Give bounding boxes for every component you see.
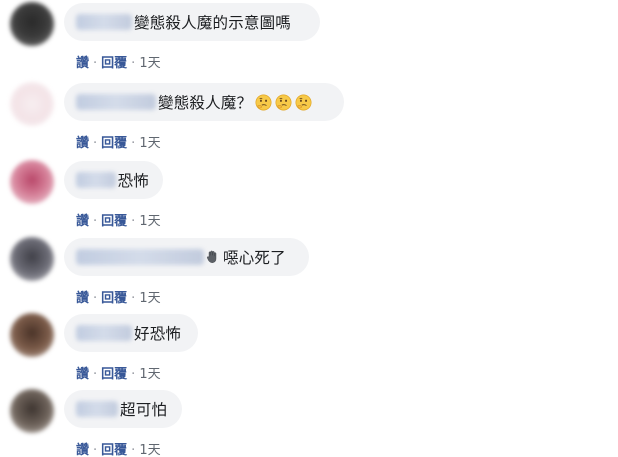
reply-button[interactable]: 回覆 — [101, 136, 127, 151]
separator: · — [131, 56, 136, 71]
commenter-name[interactable] — [76, 14, 132, 30]
comment-actions: 讚 · 回覆 · 1天 — [76, 287, 161, 306]
avatar[interactable] — [10, 160, 54, 204]
reply-button[interactable]: 回覆 — [101, 214, 127, 229]
raised-hand-emoji — [206, 250, 217, 263]
reply-button[interactable]: 回覆 — [101, 56, 127, 71]
comment-item: 好恐怖 讚 · 回覆 · 1天 — [0, 313, 618, 389]
comment-actions: 讚 · 回覆 · 1天 — [76, 363, 161, 382]
thinking-face-emoji — [295, 94, 312, 110]
timestamp[interactable]: 1天 — [139, 367, 160, 382]
like-button[interactable]: 讚 — [76, 367, 89, 382]
comment-item: 變態殺人魔？ 讚 · 回覆 · 1天 — [0, 82, 618, 158]
comment-actions: 讚 · 回覆 · 1天 — [76, 439, 161, 457]
comment-item: 噁心死了 讚 · 回覆 · 1天 — [0, 237, 618, 313]
comment-text: 超可怕 — [120, 401, 168, 419]
comment-text: 變態殺人魔？ — [158, 94, 253, 112]
timestamp[interactable]: 1天 — [139, 56, 160, 71]
comment-bubble: 噁心死了 — [64, 238, 309, 276]
comment-item: 變態殺人魔的示意圖嗎 讚 · 回覆 · 1天 — [0, 2, 618, 78]
separator: · — [93, 136, 98, 151]
comment-text: 噁心死了 — [223, 249, 286, 267]
separator: · — [131, 443, 136, 457]
avatar[interactable] — [10, 82, 54, 126]
comment-bubble: 變態殺人魔的示意圖嗎 — [64, 3, 320, 41]
comment-text: 恐怖 — [117, 172, 149, 190]
like-button[interactable]: 讚 — [76, 56, 89, 71]
comment-bubble: 超可怕 — [64, 390, 182, 428]
separator: · — [93, 291, 98, 306]
comment-text: 好恐怖 — [134, 325, 182, 343]
avatar[interactable] — [10, 237, 54, 281]
reply-button[interactable]: 回覆 — [101, 291, 127, 306]
like-button[interactable]: 讚 — [76, 136, 89, 151]
comment-bubble: 好恐怖 — [64, 314, 198, 352]
comment-bubble: 恐怖 — [64, 161, 163, 199]
commenter-name[interactable] — [76, 401, 118, 417]
timestamp[interactable]: 1天 — [139, 136, 160, 151]
avatar[interactable] — [10, 313, 54, 357]
avatar[interactable] — [10, 2, 54, 46]
separator: · — [131, 291, 136, 306]
comment-item: 超可怕 讚 · 回覆 · 1天 — [0, 389, 618, 457]
reply-button[interactable]: 回覆 — [101, 443, 127, 457]
comment-actions: 讚 · 回覆 · 1天 — [76, 52, 161, 71]
commenter-name[interactable] — [76, 249, 204, 265]
comment-actions: 讚 · 回覆 · 1天 — [76, 210, 161, 229]
commenter-name[interactable] — [76, 94, 156, 110]
thinking-face-emoji — [255, 94, 272, 110]
commenter-name[interactable] — [76, 172, 116, 188]
reply-button[interactable]: 回覆 — [101, 367, 127, 382]
separator: · — [131, 214, 136, 229]
commenter-name[interactable] — [76, 325, 132, 341]
comment-thread: 變態殺人魔的示意圖嗎 讚 · 回覆 · 1天 變態殺人魔？ 讚 · 回覆 · 1… — [0, 0, 618, 457]
comment-item: 恐怖 讚 · 回覆 · 1天 — [0, 160, 618, 236]
separator: · — [93, 56, 98, 71]
thinking-face-emoji — [275, 94, 292, 110]
timestamp[interactable]: 1天 — [139, 214, 160, 229]
separator: · — [131, 136, 136, 151]
separator: · — [93, 443, 98, 457]
comment-text: 變態殺人魔的示意圖嗎 — [134, 14, 292, 32]
comment-bubble: 變態殺人魔？ — [64, 83, 344, 121]
like-button[interactable]: 讚 — [76, 214, 89, 229]
separator: · — [131, 367, 136, 382]
like-button[interactable]: 讚 — [76, 443, 89, 457]
separator: · — [93, 214, 98, 229]
comment-actions: 讚 · 回覆 · 1天 — [76, 132, 161, 151]
like-button[interactable]: 讚 — [76, 291, 89, 306]
timestamp[interactable]: 1天 — [139, 443, 160, 457]
separator: · — [93, 367, 98, 382]
timestamp[interactable]: 1天 — [139, 291, 160, 306]
avatar[interactable] — [10, 389, 54, 433]
